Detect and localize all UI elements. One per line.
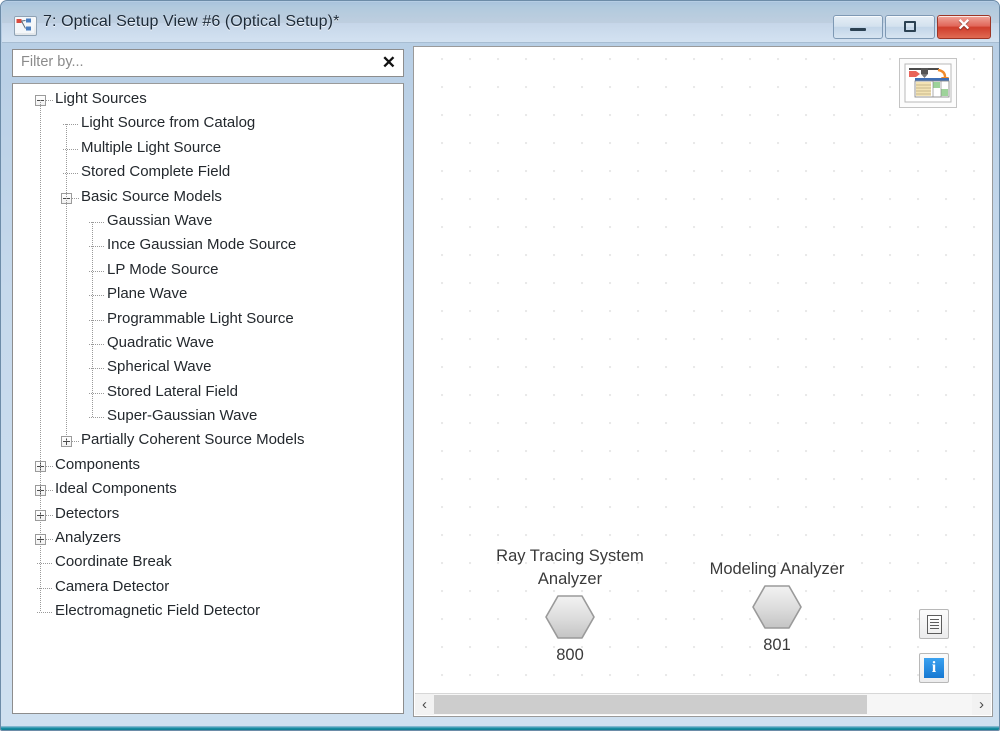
tree-item-super-gaussian-wave[interactable]: Super-Gaussian Wave: [13, 405, 403, 429]
tree-item-partially-coherent-source-models[interactable]: Partially Coherent Source Models: [13, 429, 403, 453]
optical-setup-icon: [14, 16, 37, 36]
client-area: Filter by... ✕ Light Sources Light Source…: [9, 46, 993, 717]
tree-item-detectors[interactable]: Detectors: [13, 503, 403, 527]
info-button[interactable]: i: [919, 653, 949, 683]
close-icon: ✕: [957, 17, 971, 34]
tree-item-light-sources[interactable]: Light Sources: [13, 88, 403, 112]
tree-item-label: Coordinate Break: [55, 553, 172, 571]
system-builder-icon[interactable]: [899, 58, 957, 108]
canvas-node[interactable]: Ray Tracing System Analyzer 800: [479, 545, 661, 666]
optical-setup-canvas[interactable]: i Ray Tracing System Analyzer 800 Modeling…: [415, 48, 991, 693]
scrollbar-thumb[interactable]: [434, 695, 868, 714]
tree-connector: [46, 100, 53, 101]
tree-guide-line: [92, 222, 93, 418]
tree-item-label: Gaussian Wave: [107, 211, 213, 229]
tree-item-label: Stored Complete Field: [81, 163, 231, 181]
tree-item-coordinate-break[interactable]: Coordinate Break: [13, 551, 403, 575]
tree-item-label: Analyzers: [55, 529, 121, 547]
tree-item-label: Ince Gaussian Mode Source: [107, 236, 297, 254]
minimize-button[interactable]: [833, 15, 883, 39]
hexagon-icon: [752, 585, 802, 629]
scrollbar-track[interactable]: [434, 694, 972, 715]
tree-item-label: Super-Gaussian Wave: [107, 407, 258, 425]
tree-item-multiple-light-source[interactable]: Multiple Light Source: [13, 137, 403, 161]
tree-connector: [89, 417, 105, 419]
tree-scroll-area: Light Sources Light Source from Catalog Mu…: [13, 88, 403, 713]
canvas-node-label: Ray Tracing System Analyzer: [496, 547, 644, 588]
tree-item-spherical-wave[interactable]: Spherical Wave: [13, 356, 403, 380]
tree-item-label: Electromagnetic Field Detector: [55, 602, 261, 620]
tree-item-label: Light Source from Catalog: [81, 114, 256, 132]
document-icon: [927, 615, 942, 634]
window-title: 7: Optical Setup View #6 (Optical Setup)…: [43, 13, 340, 30]
tree-item-label: Components: [55, 455, 141, 473]
tree-item-basic-source-models[interactable]: Basic Source Models: [13, 186, 403, 210]
maximize-restore-button[interactable]: [885, 15, 935, 39]
tree-item-camera-detector[interactable]: Camera Detector: [13, 576, 403, 600]
tree-item-label: LP Mode Source: [107, 260, 219, 278]
tree-item-ideal-components[interactable]: Ideal Components: [13, 478, 403, 502]
tree-item-label: Camera Detector: [55, 577, 170, 595]
canvas-node-id: 800: [556, 646, 584, 664]
tree-item-components[interactable]: Components: [13, 454, 403, 478]
canvas-node[interactable]: Modeling Analyzer 801: [687, 558, 867, 656]
tree-item-label: Detectors: [55, 504, 120, 522]
canvas-node-label: Modeling Analyzer: [709, 560, 845, 578]
catalog-pane: Filter by... ✕ Light Sources Light Source…: [9, 46, 409, 717]
window-bottom-edge: [1, 726, 999, 730]
element-tree[interactable]: Light Sources Light Source from Catalog Mu…: [12, 83, 404, 714]
clear-filter-icon[interactable]: ✕: [382, 53, 396, 73]
application-window: 7: Optical Setup View #6 (Optical Setup)…: [0, 0, 1000, 731]
tree-item-plane-wave[interactable]: Plane Wave: [13, 283, 403, 307]
tree-item-label: Quadratic Wave: [107, 333, 214, 351]
scroll-right-arrow-icon[interactable]: ›: [972, 694, 991, 715]
tree-item-label: Multiple Light Source: [81, 138, 222, 156]
tree-item-label: Plane Wave: [107, 285, 188, 303]
tree-guide-line: [66, 124, 67, 442]
filter-field[interactable]: Filter by... ✕: [12, 49, 404, 77]
hexagon-icon: [545, 595, 595, 639]
tree-item-label: Basic Source Models: [81, 187, 222, 205]
tree-connector: [72, 197, 79, 199]
tree-item-label: Spherical Wave: [107, 358, 212, 376]
info-icon: i: [924, 658, 944, 678]
tree-item-gaussian-wave[interactable]: Gaussian Wave: [13, 210, 403, 234]
tree-item-lp-mode-source[interactable]: LP Mode Source: [13, 259, 403, 283]
tree-guide-line: [40, 100, 41, 613]
horizontal-scrollbar[interactable]: ‹ ›: [415, 693, 991, 715]
maximize-icon: [904, 21, 916, 32]
tree-item-electromagnetic-field-detector[interactable]: Electromagnetic Field Detector: [13, 600, 403, 624]
optical-setup-canvas-pane: i Ray Tracing System Analyzer 800 Modeling…: [413, 46, 993, 717]
tree-item-label: Partially Coherent Source Models: [81, 431, 305, 449]
tree-item-stored-lateral-field[interactable]: Stored Lateral Field: [13, 381, 403, 405]
scroll-left-arrow-icon[interactable]: ‹: [415, 694, 434, 715]
tree-item-programmable-light-source[interactable]: Programmable Light Source: [13, 308, 403, 332]
title-bar: 7: Optical Setup View #6 (Optical Setup)…: [2, 2, 999, 43]
filter-input[interactable]: Filter by...: [21, 54, 84, 70]
tree-item-quadratic-wave[interactable]: Quadratic Wave: [13, 332, 403, 356]
tree-item-label: Programmable Light Source: [107, 309, 294, 327]
tree-item-ince-gaussian-mode-source[interactable]: Ince Gaussian Mode Source: [13, 234, 403, 258]
tree-connector: [46, 490, 53, 492]
tree-item-label: Stored Lateral Field: [107, 382, 238, 400]
tree-item-label: Ideal Components: [55, 480, 177, 498]
tree-item-analyzers[interactable]: Analyzers: [13, 527, 403, 551]
tree-connector: [46, 539, 53, 541]
tree-item-stored-complete-field[interactable]: Stored Complete Field: [13, 161, 403, 185]
tree-connector: [46, 514, 53, 516]
canvas-node-shape[interactable]: [687, 583, 867, 633]
tree-connector: [46, 465, 53, 467]
canvas-node-shape[interactable]: [479, 593, 661, 643]
report-button[interactable]: [919, 609, 949, 639]
tree-connector: [72, 441, 79, 443]
minimize-icon: [850, 28, 866, 31]
tree-item-label: Light Sources: [55, 90, 147, 107]
canvas-node-id: 801: [763, 636, 791, 654]
close-button[interactable]: ✕: [937, 15, 991, 39]
tree-item-light-source-from-catalog[interactable]: Light Source from Catalog: [13, 112, 403, 136]
